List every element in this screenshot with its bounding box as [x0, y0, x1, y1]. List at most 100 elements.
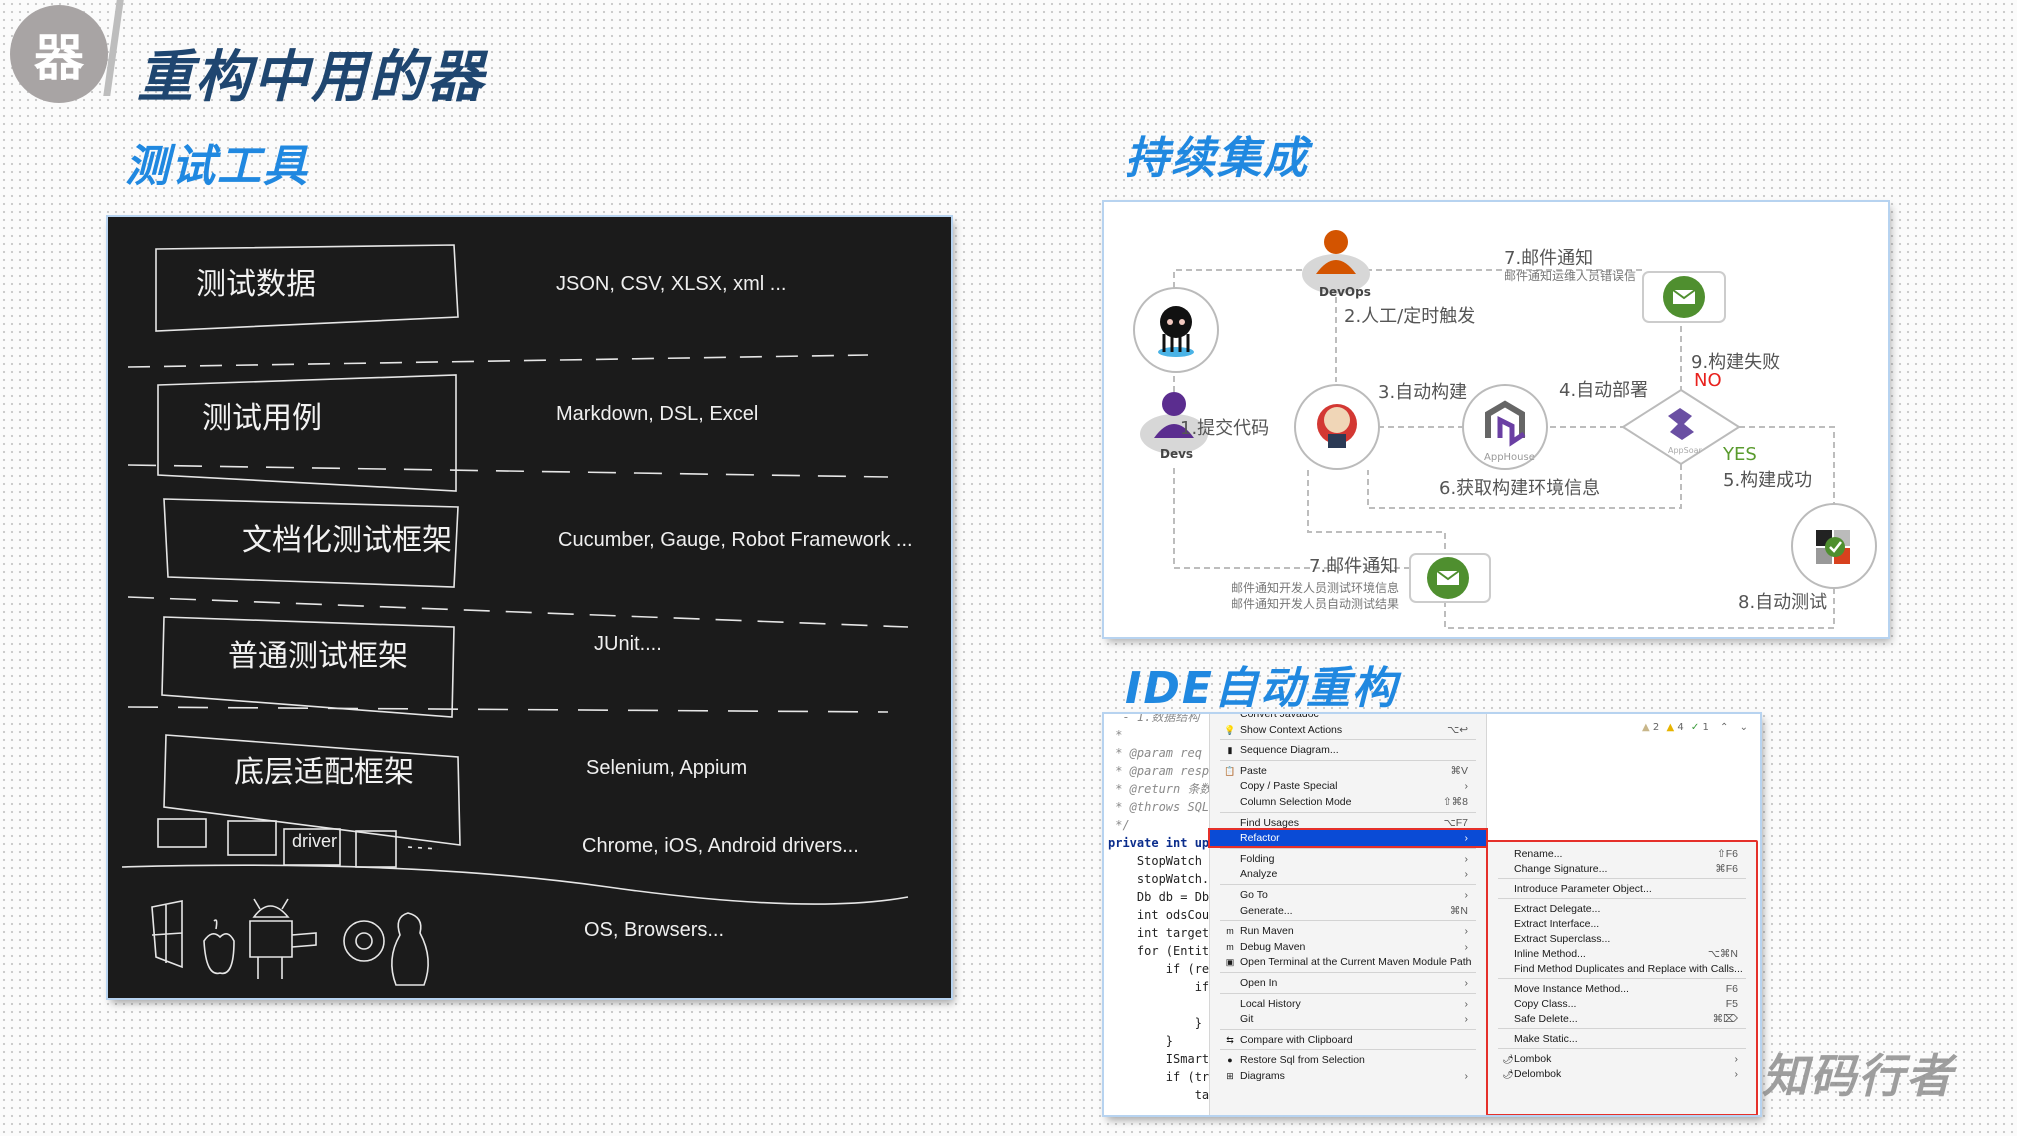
code-line[interactable]: - 1.数据结构	[1108, 714, 1199, 726]
menu-separator	[1220, 811, 1476, 813]
menu-separator	[1220, 992, 1476, 994]
inspection-widget[interactable]: ▲ 2 ▲ 4 ✓ 1 ⌃ ⌄	[1642, 722, 1748, 733]
menu-item-generate[interactable]: Generate... ⌘N	[1210, 903, 1486, 919]
code-line[interactable]: */	[1108, 816, 1129, 834]
weak-warning-icon: ▲	[1641, 722, 1650, 733]
menu-item-make-static[interactable]: Make Static...	[1488, 1031, 1756, 1047]
menu-item-debug-maven[interactable]: m Debug Maven ›	[1210, 939, 1486, 955]
menu-item-label: Folding	[1240, 852, 1275, 865]
menu-item-folding[interactable]: Folding ›	[1210, 851, 1486, 867]
menu-item-label: Extract Delegate...	[1514, 903, 1601, 915]
menu-item-refactor[interactable]: Refactor ›	[1208, 828, 1488, 849]
compare-icon: ⇆	[1226, 1034, 1234, 1045]
code-line[interactable]: if (tra	[1108, 1068, 1217, 1086]
menu-item-local-history[interactable]: Local History ›	[1210, 996, 1486, 1012]
code-line[interactable]: int targetC	[1108, 924, 1216, 942]
menu-item-extract-interface[interactable]: Extract Interface...	[1488, 916, 1756, 932]
menu-item-change-signature[interactable]: Change Signature... ⌘F6	[1488, 861, 1756, 877]
menu-item-shortcut: F5	[1725, 998, 1738, 1010]
menu-item-shortcut: ⇧⌘8	[1442, 796, 1468, 808]
menu-item-safe-delete[interactable]: Safe Delete... ⌘⌦	[1488, 1011, 1756, 1027]
step-7-bottom-sub1: 邮件通知开发人员测试环境信息	[1231, 581, 1400, 595]
menu-item-copy-paste-special[interactable]: Copy / Paste Special ›	[1210, 778, 1486, 794]
code-line[interactable]: for (Entity	[1108, 942, 1216, 960]
menu-item-paste[interactable]: 📋 Paste ⌘V	[1210, 763, 1486, 779]
menu-separator	[1220, 972, 1476, 973]
menu-separator	[1220, 739, 1476, 741]
menu-item-rename[interactable]: Rename... ⇧F6	[1488, 846, 1756, 862]
menu-item-label: Introduce Parameter Object...	[1514, 883, 1652, 895]
menu-item-move-instance-method[interactable]: Move Instance Method... F6	[1488, 981, 1756, 997]
menu-item-find-usages[interactable]: Find Usages ⌥F7	[1210, 815, 1486, 831]
code-line[interactable]: if (req	[1108, 960, 1217, 978]
menu-item-show-context-actions[interactable]: 💡 Show Context Actions ⌥↩	[1210, 722, 1486, 738]
menu-separator	[1498, 878, 1746, 879]
code-line[interactable]: *	[1108, 726, 1122, 744]
menu-item-column-selection-mode[interactable]: Column Selection Mode ⇧⌘8	[1210, 794, 1486, 810]
step-7-top-sub: 邮件通知运维人员错误信	[1504, 269, 1637, 283]
layer-examples: Cucumber, Gauge, Robot Framework ...	[558, 529, 913, 551]
code-line[interactable]: Db db = DbU	[1108, 888, 1216, 906]
menu-item-git[interactable]: Git ›	[1210, 1011, 1486, 1027]
menu-item-inline-method[interactable]: Inline Method... ⌥⌘N	[1488, 946, 1756, 962]
menu-item-shortcut: ⌘N	[1449, 904, 1468, 917]
menu-item-copy-class[interactable]: Copy Class... F5	[1488, 996, 1756, 1012]
menu-item-shortcut: ⌥⌘N	[1707, 948, 1738, 960]
code-line[interactable]: }	[1108, 1032, 1173, 1050]
menu-item-label: Extract Interface...	[1514, 918, 1600, 930]
step-7-top-label: 7.邮件通知	[1504, 248, 1594, 269]
menu-item-delombok[interactable]: 🌶 Delombok ›	[1488, 1066, 1756, 1082]
step-7-bottom-sub2: 邮件通知开发人员自动测试结果	[1231, 597, 1400, 611]
prev-highlight-icon[interactable]: ⌃	[1720, 722, 1728, 733]
menu-item-extract-superclass[interactable]: Extract Superclass...	[1488, 931, 1756, 947]
divider-4	[127, 706, 889, 713]
code-line[interactable]: stopWatch.s	[1108, 870, 1216, 888]
code-line[interactable]: StopWatch s	[1108, 852, 1216, 870]
chili-pepper-icon: 🌶	[1502, 1054, 1514, 1064]
menu-separator	[1220, 920, 1476, 922]
menu-item-label: Copy / Paste Special	[1240, 780, 1338, 793]
menu-item-introduce-parameter-object[interactable]: Introduce Parameter Object...	[1488, 881, 1756, 897]
menu-item-open-terminal-at-the-current-maven-module-path[interactable]: ▣ Open Terminal at the Current Maven Modu…	[1210, 954, 1486, 970]
menu-item-run-maven[interactable]: m Run Maven ›	[1210, 923, 1486, 939]
menu-item-go-to[interactable]: Go To ›	[1210, 887, 1486, 903]
menu-item-label: Analyze	[1240, 868, 1278, 881]
menu-item-label: Restore Sql from Selection	[1240, 1054, 1365, 1067]
menu-item-analyze[interactable]: Analyze ›	[1210, 866, 1486, 882]
menu-item-diagrams[interactable]: ⊞ Diagrams ›	[1210, 1068, 1486, 1084]
driver-box-2b	[227, 820, 277, 856]
testing-layers-sketch: 测试数据 JSON, CSV, XLSX, xml ... 测试用例 Markd…	[108, 217, 951, 998]
code-line[interactable]: * @param respD	[1108, 762, 1216, 780]
code-line[interactable]: int odsCoun	[1108, 906, 1216, 924]
menu-item-label: Debug Maven	[1240, 940, 1306, 953]
ci-diagram: DevOps Devs AppHouse AppSoar 1.提交代码 2.人工…	[1104, 202, 1888, 637]
menu-item-extract-delegate[interactable]: Extract Delegate...	[1488, 901, 1756, 917]
menu-item-compare-with-clipboard[interactable]: ⇆ Compare with Clipboard	[1210, 1032, 1486, 1048]
section-title-testing-tools: 测试工具	[125, 141, 309, 192]
menu-item-lombok[interactable]: 🌶 Lombok ›	[1488, 1051, 1756, 1067]
menu-item-restore-sql-from-selection[interactable]: ● Restore Sql from Selection	[1210, 1052, 1486, 1068]
weak-warning-count: 2	[1652, 722, 1660, 733]
code-line[interactable]: }	[1108, 1014, 1202, 1032]
mail-top-node	[1642, 271, 1726, 323]
layer-examples: OS, Browsers...	[584, 919, 725, 941]
step-2-label: 2.人工/定时触发	[1344, 306, 1476, 327]
menu-item-label: Column Selection Mode	[1240, 796, 1352, 808]
menu-item-sequence-diagram[interactable]: ▮ Sequence Diagram...	[1210, 742, 1486, 758]
code-line[interactable]: * @throws SQLE	[1108, 798, 1216, 816]
submenu-arrow-icon: ›	[1464, 1070, 1469, 1082]
code-line[interactable]: * @param req 接	[1108, 744, 1221, 762]
jenkins-node	[1294, 384, 1380, 470]
code-line[interactable]: private int ups	[1108, 834, 1216, 852]
menu-item-label: Generate...	[1240, 904, 1293, 917]
code-line[interactable]: ISmartE	[1108, 1050, 1217, 1068]
next-highlight-icon[interactable]: ⌄	[1740, 722, 1748, 733]
layer-label: 测试数据	[196, 267, 316, 302]
code-line[interactable]: * @return 条数	[1108, 780, 1211, 798]
code-line[interactable]: if	[1108, 978, 1209, 996]
code-line[interactable]: tar	[1108, 1086, 1217, 1104]
step-8-label: 8.自动测试	[1738, 592, 1828, 613]
menu-item-find-method-duplicates-and-replace-with-calls[interactable]: Find Method Duplicates and Replace with …	[1488, 961, 1756, 977]
chrome-icon	[343, 920, 385, 962]
menu-item-open-in[interactable]: Open In ›	[1210, 975, 1486, 991]
